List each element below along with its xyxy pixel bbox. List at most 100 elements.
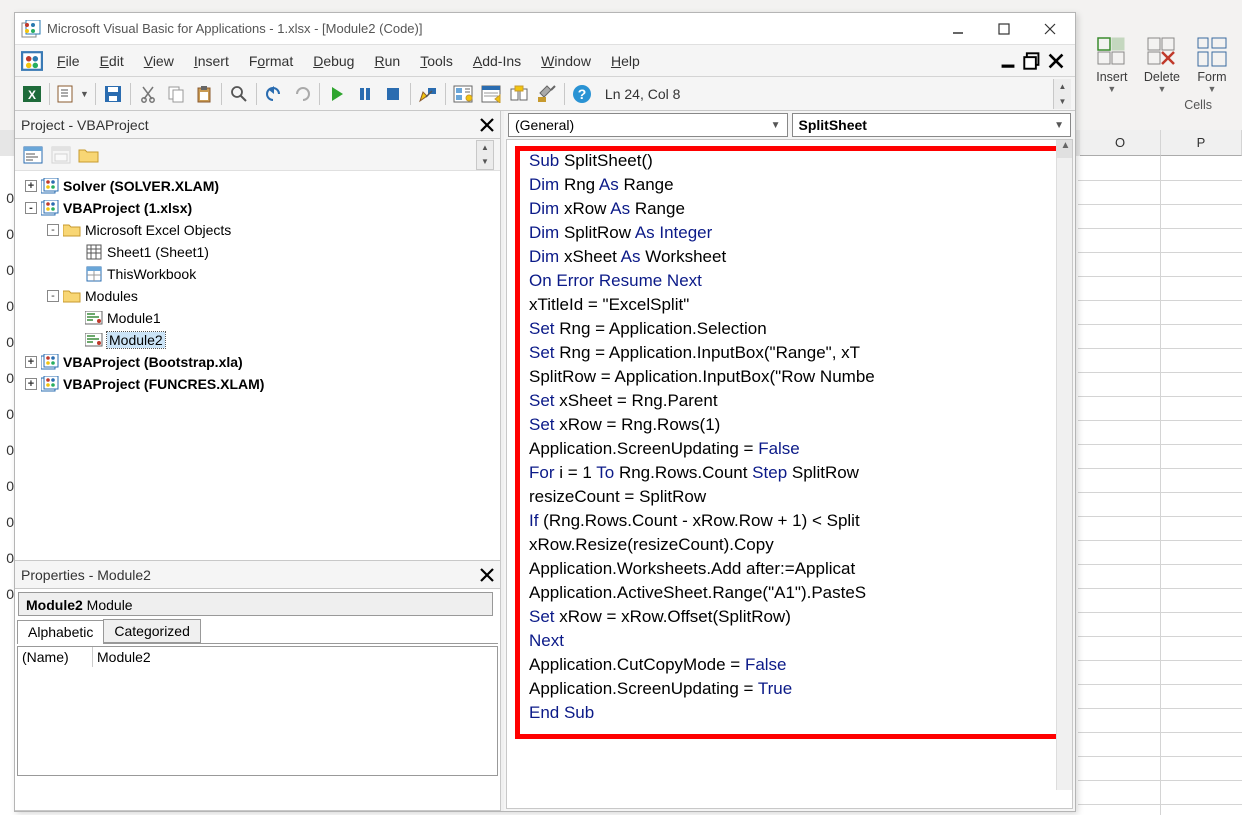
close-button[interactable] <box>1027 14 1073 44</box>
insert-cells-icon <box>1096 36 1128 68</box>
run-button[interactable] <box>324 81 350 107</box>
format-cells-icon <box>1196 36 1228 68</box>
menubar: File Edit View Insert Format Debug Run T… <box>15 45 1075 77</box>
tree-item[interactable]: - Microsoft Excel Objects <box>19 219 496 241</box>
ribbon-delete[interactable]: Delete ▼ <box>1138 0 1186 130</box>
property-row: (Name) Module2 <box>18 647 497 667</box>
copy-button[interactable] <box>163 81 189 107</box>
tree-item-label: VBAProject (FUNCRES.XLAM) <box>63 376 264 392</box>
design-mode-button[interactable] <box>415 81 441 107</box>
menu-addins[interactable]: Add-Ins <box>463 49 531 73</box>
project-explorer-button[interactable] <box>450 81 476 107</box>
tree-item-label: Modules <box>85 288 138 304</box>
object-browser-button[interactable] <box>506 81 532 107</box>
tree-toggle[interactable]: - <box>47 224 59 236</box>
project-toolbar-scroll[interactable]: ▲▼ <box>476 140 494 170</box>
object-dropdown[interactable]: (General)▼ <box>508 113 788 137</box>
menu-tools[interactable]: Tools <box>410 49 463 73</box>
properties-pane: Properties - Module2 Module2 Module Modu… <box>15 561 501 811</box>
menu-insert[interactable]: Insert <box>184 49 239 73</box>
tree-toggle[interactable]: + <box>25 356 37 368</box>
tree-item[interactable]: - Modules <box>19 285 496 307</box>
menu-window[interactable]: Window <box>531 49 601 73</box>
break-button[interactable] <box>352 81 378 107</box>
doc-restore-button[interactable] <box>1023 52 1041 70</box>
paste-button[interactable] <box>191 81 217 107</box>
maximize-button[interactable] <box>981 14 1027 44</box>
col-header[interactable]: O <box>1080 130 1161 156</box>
tree-toggle[interactable]: + <box>25 180 37 192</box>
module-icon <box>85 332 103 348</box>
ribbon-section-cells: Cells <box>1184 98 1212 112</box>
property-name: (Name) <box>18 647 93 667</box>
tree-item-label: Solver (SOLVER.XLAM) <box>63 178 219 194</box>
tree-item[interactable]: Module2 <box>19 329 496 351</box>
project-tree[interactable]: + Solver (SOLVER.XLAM) -VBAProject (1.xlsx… <box>15 171 500 560</box>
save-button[interactable] <box>100 81 126 107</box>
minimize-button[interactable] <box>935 14 981 44</box>
titlebar[interactable]: Microsoft Visual Basic for Applications … <box>15 13 1075 45</box>
ribbon-insert[interactable]: Insert ▼ <box>1090 0 1134 130</box>
doc-close-button[interactable] <box>1047 52 1065 70</box>
svg-text:?: ? <box>578 86 587 102</box>
menu-edit[interactable]: Edit <box>90 49 134 73</box>
properties-pane-header[interactable]: Properties - Module2 <box>15 561 500 589</box>
col-header[interactable]: P <box>1161 130 1242 156</box>
tree-item[interactable]: + VBAProject (FUNCRES.XLAM) <box>19 373 496 395</box>
menu-file[interactable]: File <box>47 49 90 73</box>
view-excel-button[interactable]: X <box>19 81 45 107</box>
toggle-folders-button[interactable] <box>77 143 101 167</box>
code-editor[interactable]: Sub SplitSheet() Dim Rng As Range Dim xR… <box>506 139 1073 809</box>
insert-item-button[interactable] <box>54 81 80 107</box>
project-pane-header[interactable]: Project - VBAProject <box>15 111 500 139</box>
redo-button[interactable] <box>289 81 315 107</box>
ribbon-insert-label: Insert <box>1096 70 1127 84</box>
reset-button[interactable] <box>380 81 406 107</box>
view-object-button[interactable] <box>49 143 73 167</box>
menu-run[interactable]: Run <box>364 49 410 73</box>
toolbox-button[interactable] <box>534 81 560 107</box>
tree-item[interactable]: Sheet1 (Sheet1) <box>19 241 496 263</box>
code-pane: (General)▼ SplitSheet▼ Sub SplitSheet() … <box>501 111 1075 811</box>
properties-object-select[interactable]: Module2 Module <box>18 592 493 616</box>
find-button[interactable] <box>226 81 252 107</box>
properties-pane-close[interactable] <box>476 564 498 586</box>
menu-debug[interactable]: Debug <box>303 49 364 73</box>
delete-cells-icon <box>1146 36 1178 68</box>
tree-item-label: ThisWorkbook <box>107 266 196 282</box>
doc-minimize-button[interactable] <box>999 52 1017 70</box>
ribbon-delete-label: Delete <box>1144 70 1180 84</box>
tab-categorized[interactable]: Categorized <box>103 619 201 643</box>
tree-item-label: Module1 <box>107 310 161 326</box>
cursor-position: Ln 24, Col 8 <box>605 86 681 102</box>
tree-item[interactable]: ThisWorkbook <box>19 263 496 285</box>
tree-item[interactable]: + VBAProject (Bootstrap.xla) <box>19 351 496 373</box>
tree-item-label: VBAProject (Bootstrap.xla) <box>63 354 243 370</box>
undo-button[interactable] <box>261 81 287 107</box>
folder-icon <box>63 222 81 238</box>
menu-view[interactable]: View <box>134 49 184 73</box>
menu-format[interactable]: Format <box>239 49 303 73</box>
procedure-dropdown[interactable]: SplitSheet▼ <box>792 113 1072 137</box>
properties-window-button[interactable] <box>478 81 504 107</box>
tree-item[interactable]: -VBAProject (1.xlsx) <box>19 197 496 219</box>
tree-toggle[interactable]: - <box>47 290 59 302</box>
tree-item-label: Microsoft Excel Objects <box>85 222 231 238</box>
properties-grid[interactable]: (Name) Module2 <box>17 646 498 776</box>
cut-button[interactable] <box>135 81 161 107</box>
help-button[interactable]: ? <box>569 81 595 107</box>
project-pane-close[interactable] <box>476 114 498 136</box>
toolbar-scroll[interactable]: ▲▼ <box>1053 79 1071 109</box>
tree-item[interactable]: + Solver (SOLVER.XLAM) <box>19 175 496 197</box>
property-value[interactable]: Module2 <box>93 647 497 667</box>
menu-help[interactable]: Help <box>601 49 650 73</box>
vba-icon <box>41 178 59 194</box>
tree-item[interactable]: Module1 <box>19 307 496 329</box>
code-vertical-scrollbar[interactable]: ▲ <box>1056 140 1073 790</box>
project-pane-title: Project - VBAProject <box>21 117 476 133</box>
tree-toggle[interactable]: - <box>25 202 37 214</box>
view-code-button[interactable] <box>21 143 45 167</box>
tab-alphabetic[interactable]: Alphabetic <box>17 620 104 644</box>
tree-toggle[interactable]: + <box>25 378 37 390</box>
toolbar: X ▼ ? Ln 24, Col 8 ▲▼ <box>15 77 1075 111</box>
